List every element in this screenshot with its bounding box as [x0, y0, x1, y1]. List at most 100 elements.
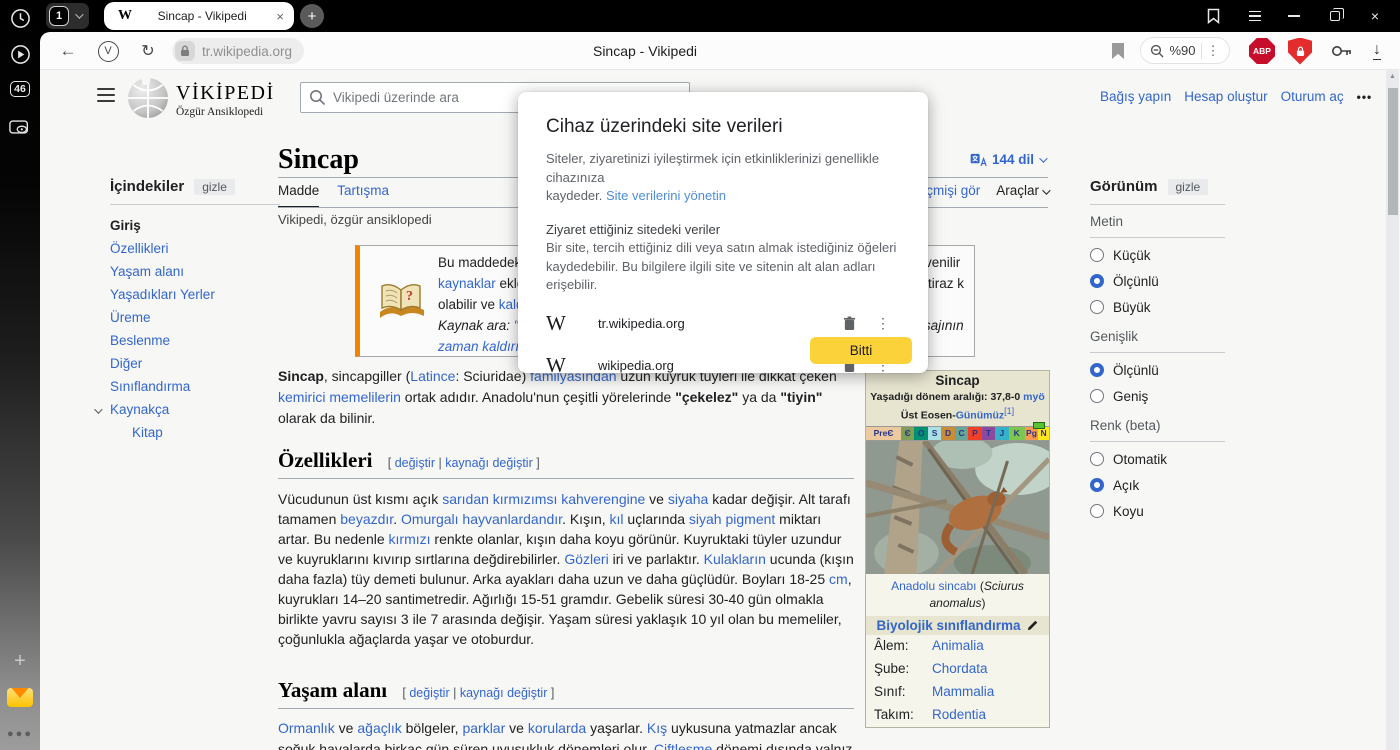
tab-article[interactable]: Madde	[278, 183, 319, 207]
edit-links[interactable]: [ değiştir | kaynağı değiştir ]	[402, 678, 554, 702]
inline-link[interactable]: değiştir	[409, 686, 449, 700]
inline-link[interactable]: siyah pigment	[689, 511, 775, 527]
site-options-icon[interactable]: ⋮	[866, 315, 900, 332]
restore-icon[interactable]	[1324, 0, 1346, 32]
zoom-menu-icon[interactable]: ⋮	[1207, 43, 1220, 59]
toc-item-kitap[interactable]: Kitap	[110, 421, 280, 444]
create-account-link[interactable]: Hesap oluştur	[1184, 89, 1267, 104]
taxon-link[interactable]: Mammalia	[932, 683, 994, 701]
scroll-up-icon[interactable]: ▲	[1386, 73, 1399, 80]
sidebar-more-icon[interactable]: ●●●	[0, 728, 40, 740]
wikipedia-wordmark[interactable]: VİKİPEDİ Özgür Ansiklopedi	[176, 82, 275, 118]
new-tab-button[interactable]: +	[300, 4, 324, 28]
toc-item-beslenme[interactable]: Beslenme	[110, 329, 280, 352]
mail-icon[interactable]	[0, 688, 40, 707]
zoom-control[interactable]: %90 ⋮	[1140, 37, 1230, 64]
inline-link[interactable]: Anadolu sincabı	[891, 579, 976, 593]
manage-site-data-link[interactable]: Site verilerini yönetin	[606, 188, 726, 203]
inline-link[interactable]: parklar	[462, 720, 505, 736]
inline-link[interactable]: Ormanlık	[278, 720, 335, 736]
back-icon[interactable]: ←	[56, 32, 80, 70]
inline-link[interactable]: kemirici memelilerin	[278, 389, 401, 405]
toc-item-yasam-alani[interactable]: Yaşam alanı	[110, 260, 280, 283]
inline-link[interactable]: cm	[829, 571, 848, 587]
page-scrollbar[interactable]: ▲	[1386, 70, 1399, 750]
more-icon[interactable]: •••	[1357, 90, 1373, 104]
inline-link[interactable]: kaynağı değiştir	[460, 686, 548, 700]
edit-links[interactable]: [ değiştir | kaynağı değiştir ]	[388, 448, 540, 472]
toc-item-diger[interactable]: Diğer	[110, 352, 280, 375]
radio-option-acik[interactable]: Açık	[1090, 472, 1225, 498]
scrollbar-thumb[interactable]	[1388, 88, 1398, 215]
minimize-icon[interactable]	[1283, 0, 1305, 32]
history-clock-icon[interactable]	[0, 8, 40, 29]
toc-item-giris[interactable]: Giriş	[110, 214, 280, 237]
download-icon[interactable]: ↓	[1364, 32, 1390, 70]
taxon-link[interactable]: Chordata	[932, 660, 988, 678]
panel-bookmark-icon[interactable]	[1202, 0, 1224, 32]
workspace-switcher[interactable]: 1	[46, 3, 89, 29]
radio-option-olcunlu-text[interactable]: Ölçünlü	[1090, 268, 1225, 294]
done-button[interactable]: Bitti	[810, 337, 912, 364]
sidebar-add-icon[interactable]: +	[0, 650, 40, 673]
close-icon[interactable]: ×	[1364, 0, 1386, 32]
radio-option-koyu[interactable]: Koyu	[1090, 498, 1225, 524]
inline-link[interactable]: Gözleri	[564, 551, 608, 567]
radio-option-buyuk[interactable]: Büyük	[1090, 294, 1225, 320]
radio-option-genis[interactable]: Geniş	[1090, 383, 1225, 409]
toc-item-ozellikleri[interactable]: Özellikleri	[110, 237, 280, 260]
inline-link[interactable]: kırmızı	[389, 531, 431, 547]
screenshot-icon[interactable]	[0, 118, 40, 136]
wikipedia-logo[interactable]	[126, 76, 170, 123]
squirrel-photo[interactable]	[866, 441, 1049, 574]
adblock-extension-icon[interactable]: ABP	[1248, 32, 1276, 70]
login-link[interactable]: Oturum aç	[1281, 89, 1344, 104]
tab-talk[interactable]: Tartışma	[337, 183, 389, 207]
delete-site-icon[interactable]	[832, 316, 866, 331]
tab-counter-badge[interactable]: 46	[0, 81, 40, 97]
inline-link[interactable]: Kulakların	[704, 551, 766, 567]
radio-option-olcunlu-width[interactable]: Ölçünlü	[1090, 357, 1225, 383]
protect-shield-icon[interactable]	[1286, 32, 1314, 70]
inline-link[interactable]: sarıdan kırmızımsı kahverengine	[442, 491, 645, 507]
inline-link[interactable]: Latince	[410, 368, 455, 384]
inline-link[interactable]: siyaha	[668, 491, 708, 507]
tools-menu[interactable]: Araçlar	[996, 183, 1048, 198]
inline-link[interactable]: Çiftleşme	[654, 741, 712, 750]
edit-pencil-icon[interactable]	[1027, 619, 1039, 631]
inline-link[interactable]: kaynaklar	[438, 276, 496, 291]
inline-link[interactable]: ağaçlık	[357, 720, 401, 736]
toc-item-ureme[interactable]: Üreme	[110, 306, 280, 329]
inline-link[interactable]: Kış	[647, 720, 667, 736]
inline-link[interactable]: [1]	[1004, 406, 1014, 416]
appearance-hide-button[interactable]: gizle	[1168, 179, 1209, 195]
inline-link[interactable]: kıl	[610, 511, 624, 527]
inline-link[interactable]: Günümüz	[956, 410, 1004, 422]
taxon-link[interactable]: Rodentia	[932, 706, 986, 724]
inline-link[interactable]: Omurgalı hayvanlardandır	[401, 511, 562, 527]
inline-link[interactable]: kaynağı değiştir	[445, 456, 533, 470]
address-bar[interactable]: tr.wikipedia.org	[172, 38, 304, 64]
browser-logo-icon[interactable]: V	[96, 32, 120, 70]
inline-link[interactable]: korularda	[528, 720, 586, 736]
inline-link[interactable]: beyazdır	[340, 511, 393, 527]
radio-option-otomatik[interactable]: Otomatik	[1090, 446, 1225, 472]
inline-link[interactable]: değiştir	[395, 456, 435, 470]
bookmark-icon[interactable]	[1108, 32, 1128, 70]
donate-link[interactable]: Bağış yapın	[1100, 89, 1171, 104]
chevron-down-icon[interactable]	[94, 405, 102, 413]
toc-item-siniflandirma[interactable]: Sınıflandırma	[110, 375, 280, 398]
toc-item-yasadiklari-yerler[interactable]: Yaşadıkları Yerler	[110, 283, 280, 306]
radio-option-kucuk[interactable]: Küçük	[1090, 242, 1225, 268]
language-button[interactable]: 144 dil	[970, 152, 1062, 167]
password-key-icon[interactable]	[1328, 32, 1356, 70]
toc-hide-button[interactable]: gizle	[194, 179, 235, 195]
inline-link[interactable]: myö	[1020, 391, 1045, 403]
reload-icon[interactable]: ↻	[136, 32, 160, 70]
taxon-link[interactable]: Animalia	[932, 637, 984, 655]
play-panel-icon[interactable]	[0, 44, 40, 65]
menu-icon[interactable]	[1244, 0, 1266, 32]
toc-item-kaynakca[interactable]: Kaynakça	[110, 398, 280, 421]
active-tab[interactable]: W Sincap - Vikipedi ×	[104, 2, 294, 30]
hamburger-menu-icon[interactable]	[97, 88, 115, 102]
